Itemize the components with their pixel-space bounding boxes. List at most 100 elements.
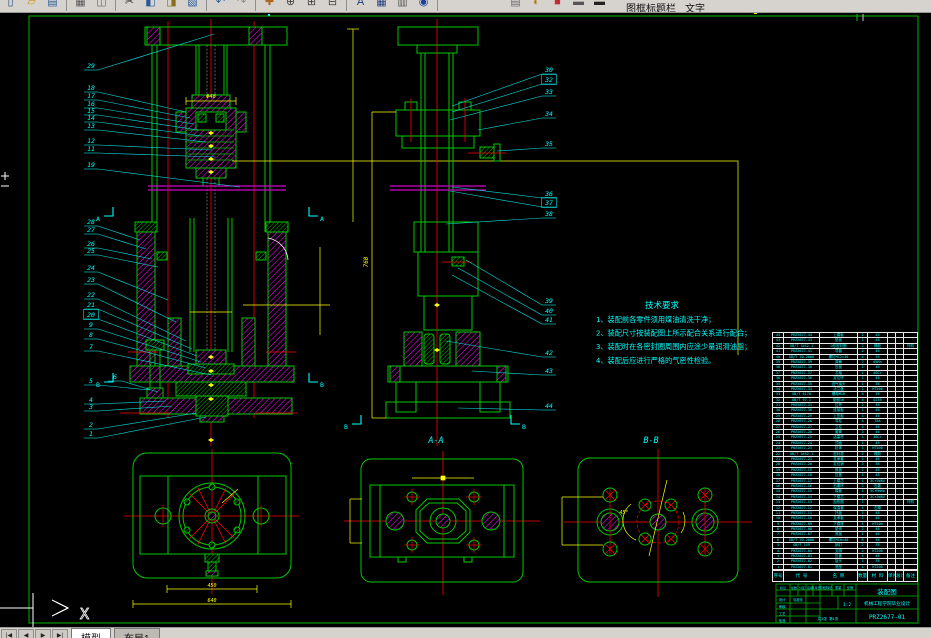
callout-number-30: 30	[544, 66, 553, 74]
note-line-3: 3、装配时在各密封圈周围内应涂少量润滑油脂；	[596, 342, 751, 351]
callout-number-2: 2	[89, 421, 93, 429]
layer-states-icon[interactable]: ◐	[526, 0, 547, 11]
bom-cell: 5CrMnMo	[868, 489, 888, 494]
text-tool-button[interactable]: 文字	[685, 0, 705, 12]
undo-icon[interactable]: ↶	[210, 0, 231, 11]
bom-cell: PRZ2677-20	[784, 462, 820, 467]
callout-number-1: 1	[89, 430, 93, 438]
open-file-icon[interactable]: ▱	[21, 0, 42, 11]
bom-cell	[904, 360, 917, 364]
linetype-icon[interactable]: ▬	[568, 0, 589, 11]
bom-cell: 18	[773, 473, 784, 478]
bom-header-material: 材 料	[868, 571, 888, 581]
new-file-icon[interactable]: ▯	[0, 0, 21, 11]
zoom-window-icon[interactable]: ⊞	[301, 0, 322, 11]
bom-cell: PRZ2677-02	[784, 559, 820, 564]
bom-cell: 4	[858, 354, 868, 359]
bom-cell: PRZ2677-28	[784, 419, 820, 424]
text-style-icon[interactable]: A	[350, 0, 371, 11]
bom-cell	[904, 532, 917, 536]
tab-nav-2[interactable]: ▶	[35, 629, 51, 638]
tab-nav-0[interactable]: |◀	[1, 629, 17, 638]
leader-line	[449, 95, 543, 121]
leader-line	[451, 274, 543, 325]
callout-number-37: 37	[544, 199, 553, 207]
bom-cell: 石墨环	[820, 483, 858, 489]
bom-cell	[896, 564, 904, 570]
layers-icon[interactable]: ▤	[505, 0, 526, 11]
callout-number-21: 21	[87, 301, 95, 309]
bom-cell: 32	[773, 397, 784, 403]
plot-preview-icon[interactable]: ◫	[91, 0, 112, 11]
bom-cell	[896, 554, 904, 559]
tb-label-std: 标准化	[793, 597, 803, 602]
plot-icon[interactable]: ▦	[70, 0, 91, 11]
copy-icon[interactable]: ◧	[140, 0, 161, 11]
application-window: Φ48 A A B B 760 B B 450 640 A-A B-B 45° …	[0, 0, 931, 638]
properties-icon[interactable]: ▥	[392, 0, 413, 11]
callout-number-3: 3	[88, 403, 93, 411]
bom-cell	[888, 435, 896, 440]
dim-plan-outer: 640	[207, 598, 216, 604]
callout-number-38: 38	[544, 210, 553, 218]
tab-布局1[interactable]: 布局1	[114, 628, 160, 638]
bom-cell: Q235	[868, 397, 888, 403]
bom-cell: 35	[868, 354, 888, 359]
bom-cell	[888, 386, 896, 392]
bom-cell	[888, 333, 896, 338]
bom-cell	[896, 333, 904, 338]
tab-nav-3[interactable]: ▶|	[52, 629, 68, 638]
bom-cell	[896, 430, 904, 435]
bom-cell: 压盖	[820, 473, 858, 478]
match-properties-icon[interactable]: ▧	[182, 0, 203, 11]
bom-cell: 10	[773, 516, 784, 521]
bom-cell	[888, 516, 896, 521]
tb-scale-value: 1:2	[843, 602, 851, 608]
bom-cell: 21	[773, 456, 784, 462]
bom-cell: 4	[858, 397, 868, 403]
bom-cell: PRZ2677-14	[784, 494, 820, 500]
callout-number-23: 23	[87, 276, 95, 284]
bom-cell	[904, 473, 917, 477]
zoom-realtime-icon[interactable]: ⊕	[280, 0, 301, 11]
leader-line	[97, 225, 141, 241]
tb-stage-label: 阶段标记	[820, 585, 834, 590]
bom-cell: 1	[858, 446, 868, 451]
save-file-icon[interactable]: ▤	[42, 0, 63, 11]
bom-cell: 垫块	[820, 527, 858, 532]
callout-number-28: 28	[87, 218, 95, 226]
bom-cell: 35	[868, 543, 888, 548]
callout-number-7: 7	[89, 343, 93, 351]
bom-cell	[888, 473, 896, 478]
bom-cell	[896, 483, 904, 489]
bom-cell: 15	[773, 489, 784, 494]
bom-cell: 螺钉M12×30	[820, 354, 858, 359]
table-icon[interactable]: ▦	[371, 0, 392, 11]
zoom-previous-icon[interactable]: ⊟	[322, 0, 343, 11]
bom-cell	[904, 387, 917, 391]
tab-模型[interactable]: 模型	[71, 628, 111, 638]
pan-icon[interactable]: ✚	[259, 0, 280, 11]
bom-cell: 2	[858, 462, 868, 467]
redo-icon[interactable]: ↷	[231, 0, 252, 11]
lineweight-icon[interactable]: ▬	[589, 0, 610, 11]
bom-cell: 1	[858, 338, 868, 343]
bom-cell: PRZ2677-13	[784, 500, 820, 505]
view-plan: 450 640	[124, 449, 299, 608]
bom-cell	[896, 505, 904, 510]
bom-cell: PRZ2677-37	[784, 370, 820, 376]
bom-cell: GB/T 3452.1	[784, 451, 820, 456]
cut-icon[interactable]: ✂	[119, 0, 140, 11]
paste-icon[interactable]: ◨	[161, 0, 182, 11]
help-icon[interactable]: ◉	[413, 0, 434, 11]
bom-cell: GB/T 70-2000	[784, 354, 820, 359]
bom-cell: 密封垫	[820, 451, 858, 456]
bom-cell: 1	[858, 467, 868, 473]
tab-nav-1[interactable]: ◀	[18, 629, 34, 638]
bom-cell: 45	[868, 424, 888, 430]
color-control-icon[interactable]: ■	[547, 0, 568, 11]
section-mark-b2-right: B	[522, 423, 526, 431]
bom-cell: 1	[858, 510, 868, 516]
frame-titlebar-button[interactable]: 图框标题栏	[626, 0, 676, 12]
bom-cell	[896, 521, 904, 527]
